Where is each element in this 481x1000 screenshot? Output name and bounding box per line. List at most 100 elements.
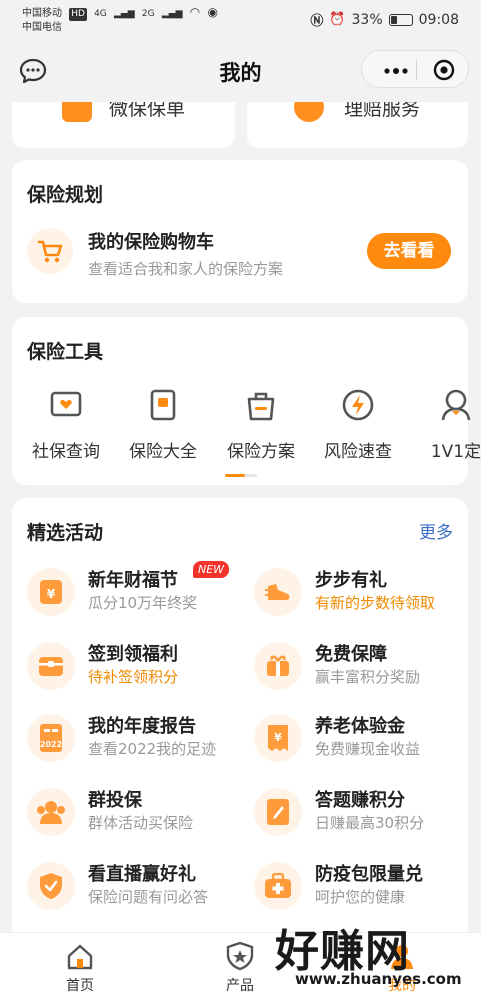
nfc-icon: Ⓝ xyxy=(310,14,324,29)
activity-name: 群投保 xyxy=(88,790,142,811)
signal-icon-2: ▂▄▆ xyxy=(161,9,183,19)
home-icon xyxy=(67,944,93,970)
cart-icon xyxy=(27,228,73,274)
red-envelope-icon: ¥ xyxy=(27,568,75,616)
activities-title: 精选活动 xyxy=(27,522,104,544)
book-icon xyxy=(150,389,176,421)
tool-label: 1V1定 xyxy=(430,442,481,462)
money-doc-icon: ¥ xyxy=(254,714,302,762)
activity-new-year[interactable]: ¥ 新年财福节 NEW 瓜分10万年终奖 xyxy=(27,561,242,626)
tools-title: 保险工具 xyxy=(27,341,104,363)
tv-heart-icon xyxy=(50,391,82,417)
activity-desc: 赢丰富积分奖励 xyxy=(315,668,421,686)
planning-card: 保险规划 我的保险购物车 查看适合我和家人的保险方案 去看看 xyxy=(12,160,468,303)
carrier-info: 中国移动 HD 4G ▂▄▆ 2G ▂▄▆ ◠ ◉ 中国电信 xyxy=(22,6,218,34)
activity-desc: 群体活动买保险 xyxy=(88,814,194,832)
close-target-icon[interactable] xyxy=(433,59,455,81)
tool-label: 保险大全 xyxy=(129,442,197,462)
lightning-icon xyxy=(342,389,374,421)
activity-quiz[interactable]: 答题赚积分 日赚最高30积分 xyxy=(254,786,469,846)
activity-pension[interactable]: ¥ 养老体验金 免费赚现金收益 xyxy=(254,712,469,772)
activities-card: 精选活动 更多 ¥ 新年财福节 NEW 瓜分10万年终奖 步步有礼 有新的步数待… xyxy=(12,498,468,948)
activity-name: 我的年度报告 xyxy=(88,716,196,737)
tool-label: 保险方案 xyxy=(227,442,295,462)
activity-checkin[interactable]: 签到领福利 待补签领积分 xyxy=(27,640,242,700)
battery-icon xyxy=(388,13,413,26)
eye-icon: ◉ xyxy=(207,5,218,19)
activity-group-insure[interactable]: 群投保 群体活动买保险 xyxy=(27,786,242,846)
activity-desc: 免费赚现金收益 xyxy=(315,740,421,758)
status-right: Ⓝ ⏰ 33% 09:08 xyxy=(310,10,459,30)
alarm-icon: ⏰ xyxy=(329,12,346,27)
shield-star-icon xyxy=(226,941,254,971)
tool-label: 社保查询 xyxy=(32,442,100,462)
activity-annual-report[interactable]: 2022 我的年度报告 查看2022我的足迹 xyxy=(27,712,242,772)
activity-name: 养老体验金 xyxy=(315,716,405,737)
svg-text:¥: ¥ xyxy=(47,587,56,601)
activity-desc: 日赚最高30积分 xyxy=(315,814,425,832)
gift-icon xyxy=(254,642,302,690)
site-watermark: 好赚网 www.zhuanyes.com xyxy=(275,915,475,990)
nav-products[interactable]: 产品 xyxy=(200,941,280,995)
shield-check-icon xyxy=(27,862,75,910)
clock: 09:08 xyxy=(418,11,459,28)
wifi-icon: ◠ xyxy=(189,5,201,19)
activity-desc: 待补签领积分 xyxy=(88,668,179,686)
nav-label: 产品 xyxy=(226,978,254,994)
planning-title: 保险规划 xyxy=(27,184,104,206)
cart-desc: 查看适合我和家人的保险方案 xyxy=(88,260,284,278)
activity-desc: 呵护您的健康 xyxy=(315,888,406,906)
activity-desc: 保险问题有问必答 xyxy=(88,888,209,906)
activity-free-coverage[interactable]: 免费保障 赢丰富积分奖励 xyxy=(254,640,469,700)
shoe-icon xyxy=(254,568,302,616)
title-bar: 我的 xyxy=(0,40,481,102)
activity-name: 新年财福节 xyxy=(88,570,178,591)
activity-name: 签到领福利 xyxy=(88,644,178,665)
chest-icon xyxy=(27,642,75,690)
tool-risk-check[interactable]: 风险速查 xyxy=(309,379,407,462)
scroll-thumb[interactable] xyxy=(225,474,245,477)
tool-encyclopedia[interactable]: 保险大全 xyxy=(114,379,212,462)
activity-name: 免费保障 xyxy=(315,644,387,665)
activity-name: 防疫包限量兑 xyxy=(315,864,423,885)
carrier-2: 中国电信 xyxy=(22,22,62,33)
cart-name[interactable]: 我的保险购物车 xyxy=(88,228,214,254)
tools-scrollbar[interactable] xyxy=(225,474,257,477)
nav-label: 首页 xyxy=(66,978,94,994)
tool-1v1[interactable]: 1V1定 xyxy=(407,379,481,462)
nav-home[interactable]: 首页 xyxy=(40,941,120,995)
new-badge: NEW xyxy=(193,561,230,578)
carrier-1: 中国移动 xyxy=(22,8,62,19)
battery-percent: 33% xyxy=(351,11,383,28)
group-icon xyxy=(27,788,75,836)
report-icon: 2022 xyxy=(27,714,75,762)
signal-icon: ▂▄▆ xyxy=(113,9,135,19)
activity-desc: 查看2022我的足迹 xyxy=(88,740,217,758)
bag-icon xyxy=(247,392,275,421)
notebook-pen-icon xyxy=(254,788,302,836)
go-see-button[interactable]: 去看看 xyxy=(367,233,451,269)
activity-name: 答题赚积分 xyxy=(315,790,405,811)
watermark-url: www.zhuanyes.com xyxy=(295,970,462,988)
capsule-divider xyxy=(416,60,417,80)
report-year: 2022 xyxy=(40,740,62,749)
activity-live[interactable]: 看直播赢好礼 保险问题有问必答 xyxy=(27,860,242,920)
status-bar: 中国移动 HD 4G ▂▄▆ 2G ▂▄▆ ◠ ◉ 中国电信 Ⓝ ⏰ 33% 0… xyxy=(0,0,481,40)
more-dots-icon[interactable] xyxy=(384,68,408,74)
hd-badge: HD xyxy=(69,8,87,21)
svg-text:¥: ¥ xyxy=(274,731,282,744)
medkit-icon xyxy=(254,862,302,910)
activity-desc: 有新的步数待领取 xyxy=(315,594,436,612)
tool-plan[interactable]: 保险方案 xyxy=(212,379,310,462)
miniprogram-capsule xyxy=(361,50,469,88)
tool-label: 风险速查 xyxy=(324,442,392,462)
tool-social-security[interactable]: 社保查询 xyxy=(17,379,115,462)
activity-epidemic-kit[interactable]: 防疫包限量兑 呵护您的健康 xyxy=(254,860,469,920)
activity-name: 步步有礼 xyxy=(315,570,387,591)
person-icon xyxy=(441,389,471,421)
more-link[interactable]: 更多 xyxy=(419,518,453,543)
tools-card: 保险工具 社保查询 保险大全 保险方案 风险速查 1V1定 xyxy=(12,317,481,485)
activity-name: 看直播赢好礼 xyxy=(88,864,196,885)
activity-steps[interactable]: 步步有礼 有新的步数待领取 xyxy=(254,566,469,626)
network-4g: 4G xyxy=(94,9,107,19)
